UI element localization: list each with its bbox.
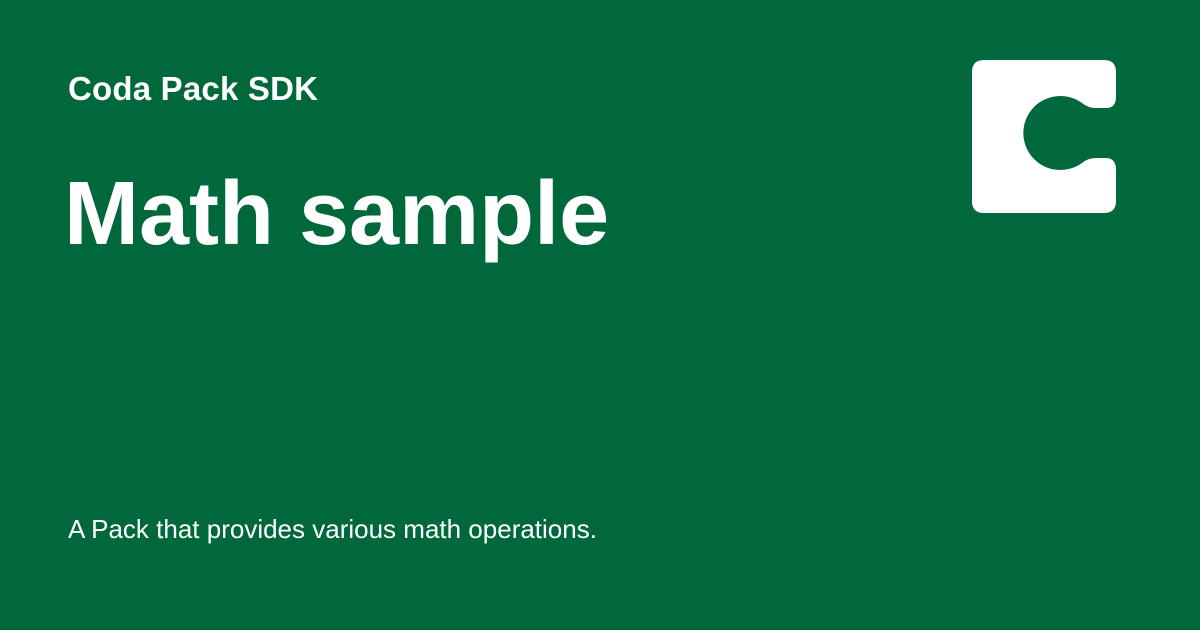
pack-title: Math sample: [64, 164, 610, 264]
coda-logo-shape: [972, 60, 1116, 213]
coda-logo-icon: [972, 60, 1116, 213]
pack-description: A Pack that provides various math operat…: [68, 514, 597, 544]
social-card: Coda Pack SDK Math sample A Pack that pr…: [0, 0, 1200, 630]
coda-logo-path: [972, 60, 1116, 213]
sdk-label: Coda Pack SDK: [68, 70, 319, 107]
